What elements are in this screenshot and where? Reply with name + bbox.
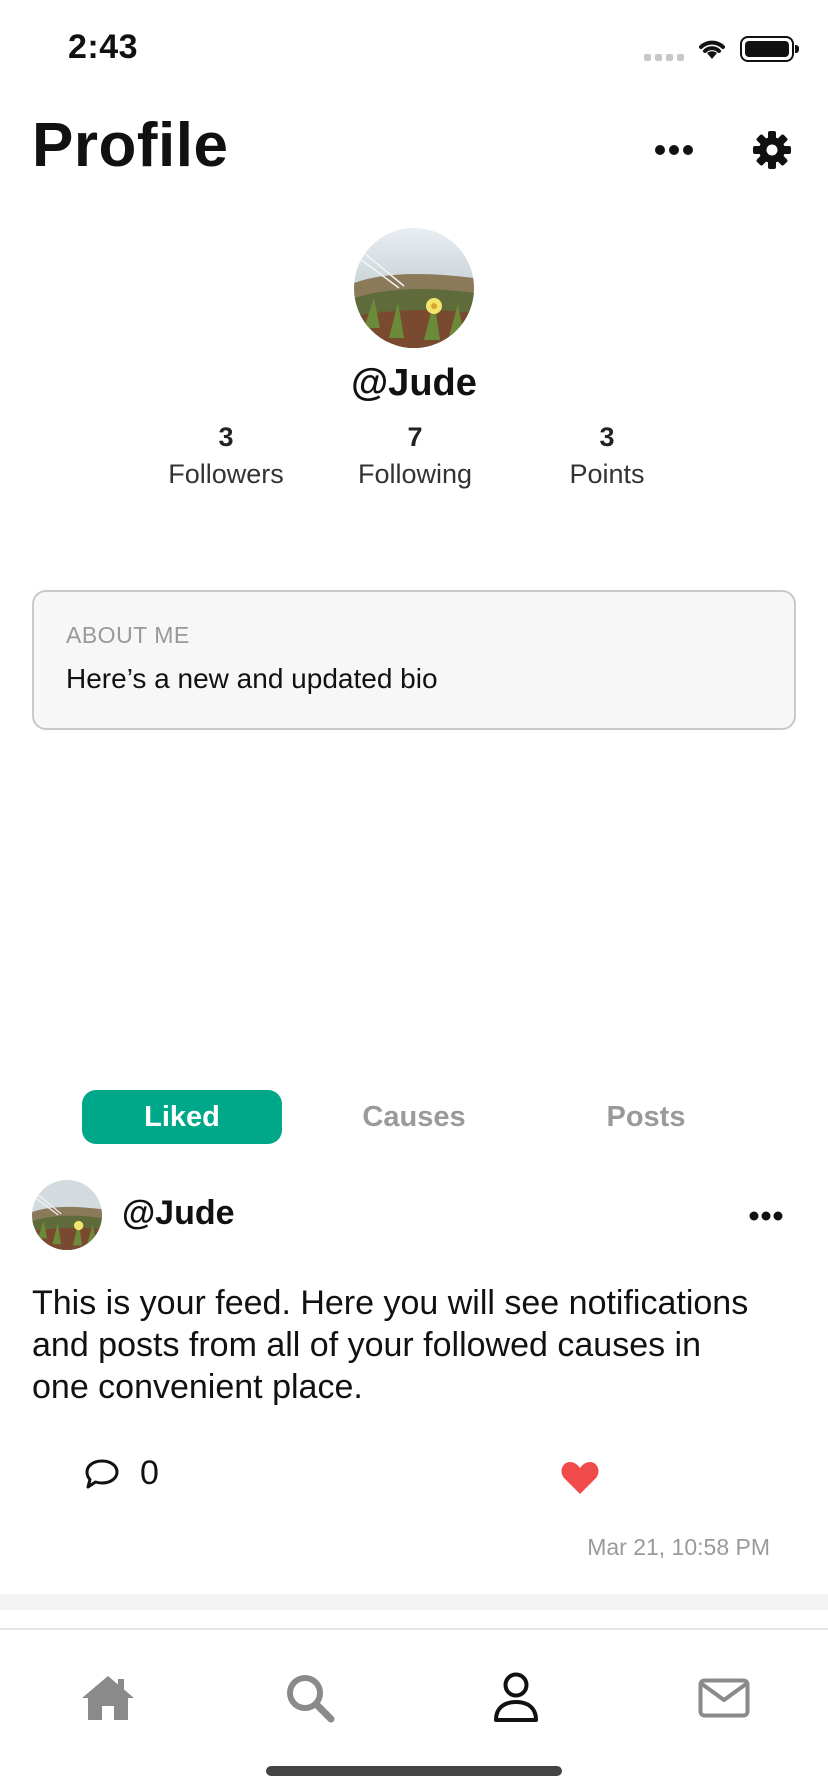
comment-button[interactable]: 0 — [84, 1454, 159, 1493]
profile-icon — [494, 1672, 538, 1722]
more-icon — [749, 1211, 783, 1221]
tab-bar-profile[interactable] — [484, 1666, 548, 1730]
stat-label: Followers — [168, 459, 284, 489]
stat-points[interactable]: 3 Points — [517, 422, 697, 490]
feed-divider — [0, 1594, 828, 1610]
profile-stats: 3 Followers 7 Following 3 Points — [0, 422, 828, 492]
home-icon — [82, 1676, 134, 1720]
heart-icon — [561, 1462, 599, 1494]
like-button[interactable] — [556, 1454, 604, 1502]
profile-tabs: Liked Causes Posts — [0, 1090, 828, 1144]
wifi-icon — [699, 40, 725, 59]
tab-causes[interactable]: Causes — [314, 1090, 514, 1144]
header-actions — [650, 126, 796, 174]
post-username[interactable]: @Jude — [122, 1194, 235, 1233]
settings-button[interactable] — [748, 126, 796, 174]
about-me-card: ABOUT ME Here’s a new and updated bio — [32, 590, 796, 730]
avatar-photo — [32, 1180, 102, 1250]
tab-bar-search[interactable] — [278, 1666, 342, 1730]
post-avatar[interactable] — [32, 1180, 102, 1250]
stat-label: Points — [569, 459, 645, 489]
about-me-text: Here’s a new and updated bio — [66, 663, 438, 694]
tab-bar-messages[interactable] — [692, 1666, 756, 1730]
about-me-title: ABOUT ME — [66, 622, 190, 648]
stat-followers[interactable]: 3 Followers — [136, 422, 316, 490]
post-timestamp: Mar 21, 10:58 PM — [587, 1534, 770, 1560]
post-body: This is your feed. Here you will see not… — [32, 1284, 749, 1406]
post-more-button[interactable] — [742, 1192, 790, 1240]
more-icon — [655, 145, 693, 155]
home-indicator[interactable] — [266, 1766, 562, 1776]
tab-posts[interactable]: Posts — [546, 1090, 746, 1144]
avatar-photo — [354, 228, 474, 348]
profile-username: @Jude — [351, 362, 477, 404]
more-button[interactable] — [650, 126, 698, 174]
header: Profile — [32, 110, 796, 190]
status-indicators — [644, 36, 799, 62]
status-bar: 2:43 — [0, 0, 828, 100]
stat-following[interactable]: 7 Following — [325, 422, 505, 490]
mail-icon — [698, 1678, 750, 1718]
comment-icon — [85, 1459, 119, 1488]
cellular-signal-icon — [644, 45, 684, 61]
profile-avatar[interactable] — [354, 228, 474, 348]
tab-bar-home[interactable] — [76, 1666, 140, 1730]
stat-label: Following — [357, 459, 473, 489]
status-time: 2:43 — [68, 28, 139, 66]
stat-value: 3 — [599, 422, 615, 452]
search-icon — [287, 1675, 335, 1723]
tab-liked[interactable]: Liked — [82, 1090, 282, 1144]
stat-value: 3 — [218, 422, 234, 452]
stat-value: 7 — [407, 422, 423, 452]
gear-icon — [753, 131, 791, 169]
feed-post: @Jude This is your feed. Here you will s… — [0, 1170, 828, 1594]
battery-icon — [740, 36, 799, 62]
comment-count: 0 — [140, 1454, 159, 1492]
